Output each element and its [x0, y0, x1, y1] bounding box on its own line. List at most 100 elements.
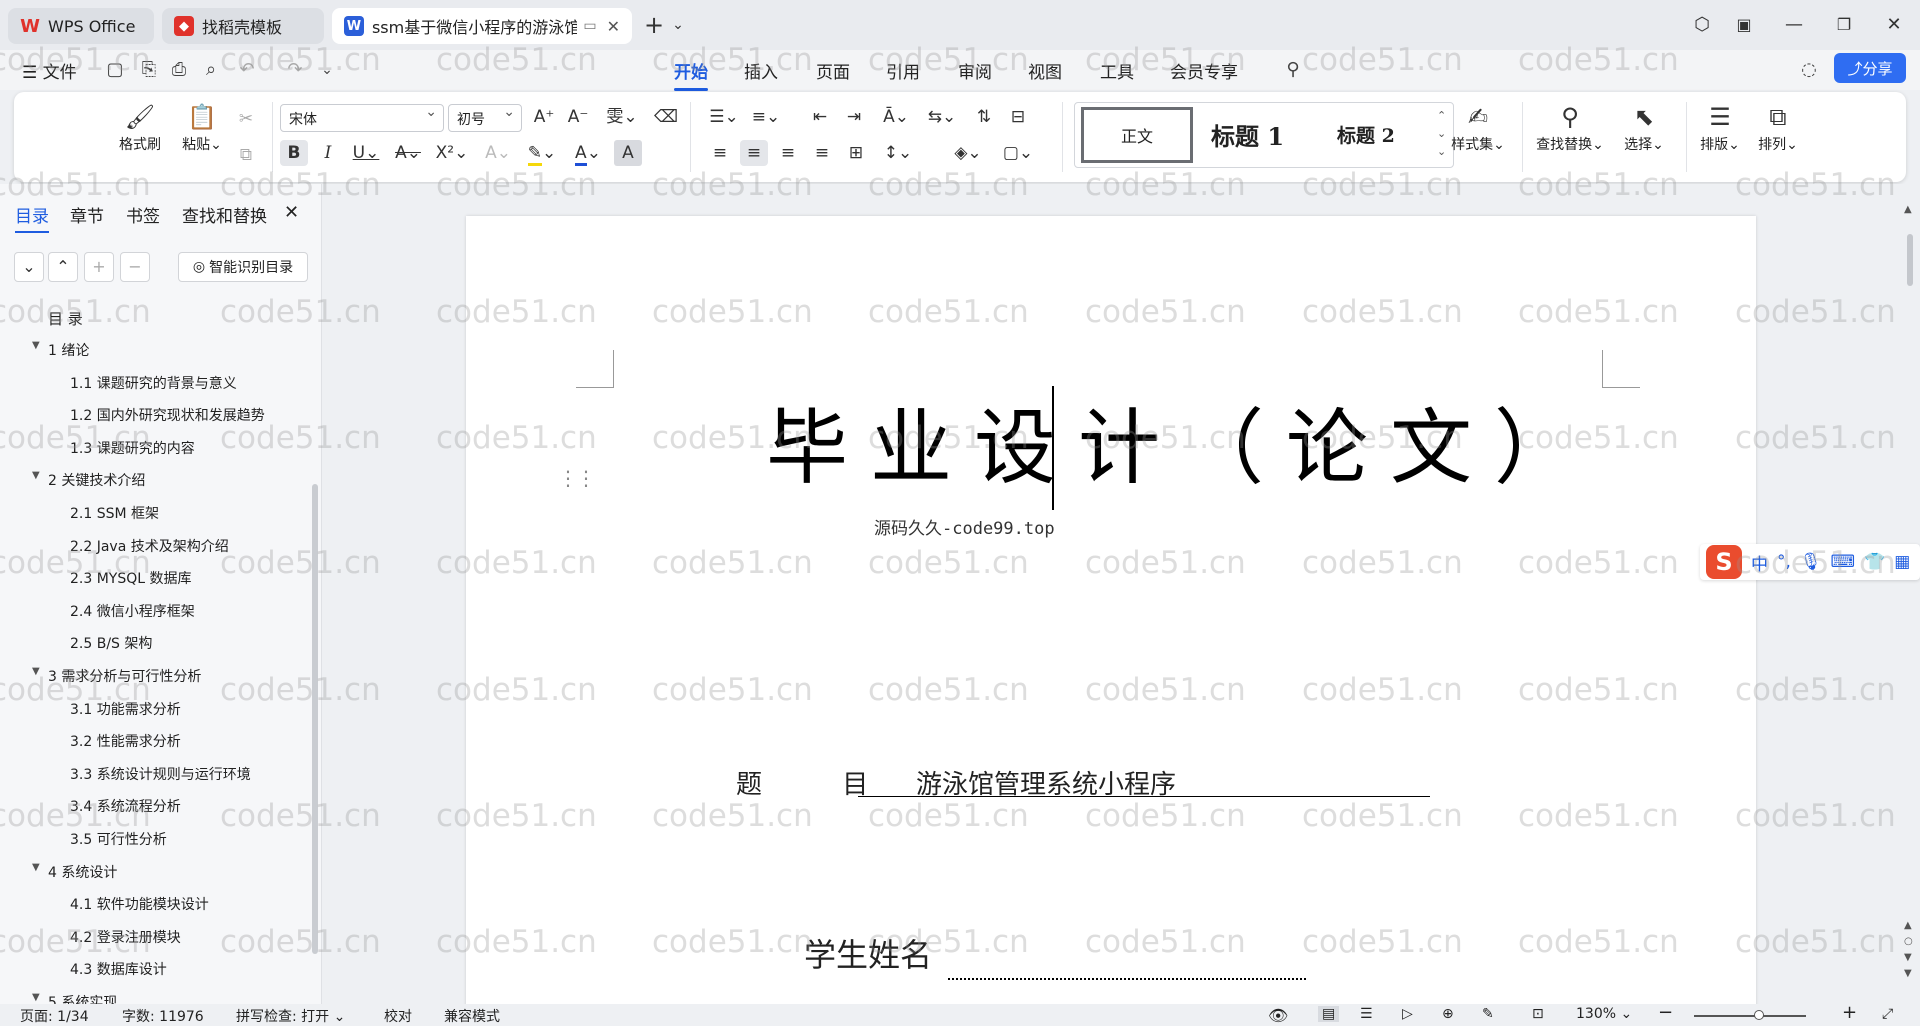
page-indicator[interactable]: 页面: 1/34: [20, 1006, 89, 1026]
align-center-icon[interactable]: ≡: [740, 140, 768, 166]
tab-review[interactable]: 审阅: [958, 58, 992, 83]
paste-button[interactable]: 📋 粘贴⌄: [174, 100, 230, 154]
ime-toolbar[interactable]: S 中 °, 🎙 ⌨ 👕 ▦: [1700, 544, 1920, 580]
play-icon[interactable]: ▷: [1402, 1006, 1413, 1022]
show-marks-icon[interactable]: ⊟: [1004, 104, 1032, 130]
increase-font-icon[interactable]: A⁺: [530, 104, 558, 130]
cut-icon[interactable]: ✂: [232, 106, 260, 132]
toc-item[interactable]: 3.1 功能需求分析: [70, 699, 181, 719]
navtab-find-replace[interactable]: 查找和替换: [182, 202, 267, 227]
close-tab-icon[interactable]: ✕: [607, 17, 620, 36]
tab-tools[interactable]: 工具: [1100, 58, 1134, 83]
toc-item[interactable]: 1.3 课题研究的内容: [70, 438, 195, 458]
document-subtitle[interactable]: 源码久久-code99.top: [874, 514, 1055, 539]
toc-item[interactable]: 3.5 可行性分析: [70, 829, 167, 849]
smart-toc-button[interactable]: ◎ 智能识别目录: [178, 252, 308, 282]
undo-icon[interactable]: ↶: [236, 59, 258, 81]
toc-item[interactable]: 3.3 系统设计规则与运行环境: [70, 764, 251, 784]
decrease-indent-icon[interactable]: ⇤: [806, 104, 834, 130]
justify-icon[interactable]: ≡: [808, 140, 836, 166]
superscript-icon[interactable]: X²⌄: [432, 140, 472, 166]
toc-item[interactable]: 3.2 性能需求分析: [70, 731, 181, 751]
navtab-chapters[interactable]: 章节: [70, 202, 104, 227]
share-button[interactable]: ⤴ 分享: [1834, 53, 1906, 83]
find-replace-button[interactable]: ⚲ 查找替换⌄: [1532, 100, 1608, 154]
toc-item[interactable]: 2.4 微信小程序框架: [70, 601, 195, 621]
phonetic-icon[interactable]: 雯⌄: [602, 104, 642, 130]
close-window-icon[interactable]: ✕: [1880, 12, 1908, 38]
tab-home[interactable]: 开始: [674, 58, 708, 91]
tab-docer-templates[interactable]: ◆ 找稻壳模板: [162, 8, 324, 44]
expand-up-icon[interactable]: ⌃: [48, 252, 78, 282]
sort-icon[interactable]: ⇅: [970, 104, 998, 130]
underline-icon[interactable]: U⌄: [348, 140, 384, 166]
decrease-font-icon[interactable]: A⁻: [564, 104, 592, 130]
toc-item[interactable]: 1.2 国内外研究现状和发展趋势: [70, 405, 265, 425]
char-shading-icon[interactable]: A: [614, 140, 642, 166]
text-effect-icon[interactable]: A⌄: [480, 140, 516, 166]
tab-references[interactable]: 引用: [886, 58, 920, 83]
expand-caret-icon[interactable]: ▼: [32, 470, 40, 481]
font-color-icon[interactable]: A⌄: [568, 140, 608, 166]
style-heading-1[interactable]: 标题 1: [1211, 117, 1284, 152]
align-right-icon[interactable]: ≡: [774, 140, 802, 166]
zoom-in-icon[interactable]: +: [1842, 1002, 1857, 1023]
toc-item[interactable]: 2.1 SSM 框架: [70, 503, 159, 523]
collapse-all-icon[interactable]: ⌄: [14, 252, 44, 282]
export-icon[interactable]: ⎘: [138, 59, 160, 81]
chinese-mode-icon[interactable]: 中: [1751, 550, 1768, 575]
scroll-up-icon[interactable]: ▲: [1904, 204, 1912, 215]
print-preview-icon[interactable]: ⌕: [200, 59, 222, 81]
spell-check[interactable]: 拼写检查: 打开 ⌄: [236, 1006, 345, 1026]
toc-item[interactable]: 1.1 课题研究的背景与意义: [70, 373, 237, 393]
scroll-page-icons[interactable]: ▲ ○ ▼ ▼: [1904, 918, 1913, 982]
clear-format-icon[interactable]: ⌫: [652, 104, 680, 130]
toc-item[interactable]: ▼ 2 关键技术介绍: [32, 470, 145, 490]
toc-item[interactable]: ▼ 1 绪论: [32, 340, 89, 360]
expand-caret-icon[interactable]: ▼: [32, 340, 40, 351]
toc-item[interactable]: 2.5 B/S 架构: [70, 633, 152, 653]
select-button[interactable]: ⬉ 选择⌄: [1618, 100, 1670, 154]
scroll-thumb[interactable]: [1907, 234, 1913, 286]
add-heading-icon[interactable]: +: [84, 252, 114, 282]
distribute-icon[interactable]: ⊞: [842, 140, 870, 166]
chat-icon[interactable]: ◌: [1798, 59, 1820, 81]
italic-icon[interactable]: I: [314, 140, 342, 166]
zoom-slider-thumb[interactable]: [1753, 1010, 1764, 1020]
microphone-icon[interactable]: 🎙: [1800, 552, 1822, 572]
navtab-toc[interactable]: 目录: [15, 202, 49, 233]
bullet-list-icon[interactable]: ☰⌄: [706, 104, 742, 130]
arrange-button[interactable]: ⧉ 排列⌄: [1752, 100, 1804, 154]
format-painter-button[interactable]: 🖌 格式刷: [112, 100, 168, 154]
close-pane-icon[interactable]: ✕: [284, 202, 299, 223]
layout-button[interactable]: ☰ 排版⌄: [1694, 100, 1746, 154]
nav-scrollbar[interactable]: [312, 484, 318, 954]
toc-item[interactable]: 2.3 MYSQL 数据库: [70, 568, 192, 588]
student-name-label[interactable]: 学生姓名: [804, 930, 932, 976]
pen-icon[interactable]: ✎: [1482, 1006, 1494, 1022]
minimize-icon[interactable]: —: [1780, 12, 1808, 38]
expand-caret-icon[interactable]: ▼: [32, 666, 40, 677]
highlight-icon[interactable]: ✎⌄: [522, 140, 562, 166]
page-view-icon[interactable]: ▤: [1318, 1006, 1340, 1022]
tab-membership[interactable]: 会员专享: [1170, 58, 1238, 83]
document-scrollbar[interactable]: ▲ ▲ ○ ▼ ▼: [1904, 204, 1916, 994]
expand-caret-icon[interactable]: ▼: [32, 862, 40, 873]
restore-icon[interactable]: ❐: [1830, 12, 1858, 38]
fit-page-icon[interactable]: ⊡: [1532, 1006, 1544, 1022]
tab-current-document[interactable]: W ssm基于微信小程序的游泳馆管 ▭ ✕: [332, 8, 632, 44]
style-set-button[interactable]: ✍ 样式集⌄: [1442, 100, 1514, 154]
screen-icon[interactable]: ▭: [583, 18, 596, 34]
document-title[interactable]: 毕业设计（论文）: [766, 381, 1598, 500]
punctuation-icon[interactable]: °,: [1777, 552, 1791, 572]
increase-indent-icon[interactable]: ⇥: [840, 104, 868, 130]
align-left-icon[interactable]: ≡: [706, 140, 734, 166]
chevron-down-icon[interactable]: ⌄: [664, 12, 692, 38]
toc-item[interactable]: 2.2 Java 技术及架构介绍: [70, 536, 229, 556]
grid-icon[interactable]: ▦: [1894, 552, 1910, 572]
toc-item[interactable]: 4.3 数据库设计: [70, 959, 167, 979]
shading-icon[interactable]: ◈⌄: [948, 140, 988, 166]
zoom-slider[interactable]: [1694, 1015, 1806, 1017]
drag-handle-icon[interactable]: ⋮⋮: [558, 466, 596, 490]
zoom-out-icon[interactable]: −: [1658, 1002, 1673, 1023]
